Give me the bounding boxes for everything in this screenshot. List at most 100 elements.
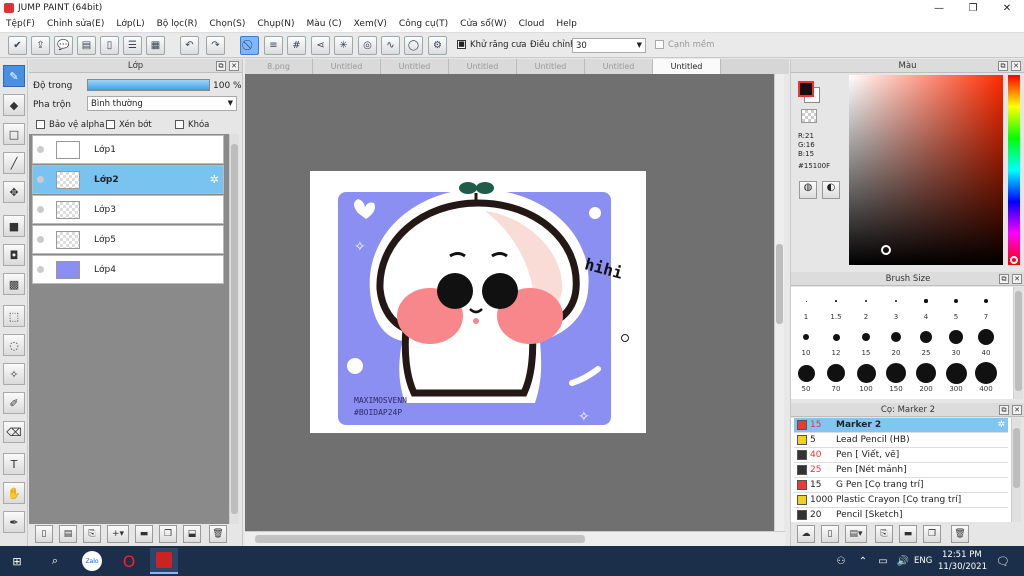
brush-item[interactable]: 15 G Pen [Cọ trang trí] bbox=[794, 478, 1008, 493]
trash-icon[interactable]: 🗑 bbox=[951, 525, 969, 543]
menu-capture[interactable]: Chụp(N) bbox=[251, 19, 300, 29]
tab-document[interactable]: Untitled bbox=[313, 59, 381, 74]
snap-checkbox[interactable] bbox=[655, 40, 664, 50]
search-icon[interactable]: ⌕ bbox=[44, 550, 66, 572]
curve-icon[interactable]: ∿ bbox=[381, 36, 400, 55]
clip-checkbox[interactable] bbox=[106, 120, 115, 130]
brush-size-dot[interactable] bbox=[945, 362, 967, 384]
hue-handle[interactable] bbox=[1010, 256, 1018, 264]
tab-document[interactable]: Untitled bbox=[517, 59, 585, 74]
brush-size-scrollbar[interactable] bbox=[1013, 287, 1023, 399]
tab-document-active[interactable]: Untitled bbox=[653, 59, 721, 74]
menu-color[interactable]: Màu (C) bbox=[301, 19, 348, 29]
brush-list-scrollbar[interactable] bbox=[1011, 418, 1021, 522]
menu-file[interactable]: Tệp(F) bbox=[0, 19, 41, 29]
saturation-value-picker[interactable] bbox=[849, 75, 1003, 265]
close-icon[interactable]: ✕ bbox=[229, 61, 239, 71]
menu-layer[interactable]: Lớp(L) bbox=[110, 19, 150, 29]
tab-document[interactable]: Untitled bbox=[585, 59, 653, 74]
jump-paint-taskbar-icon[interactable] bbox=[150, 548, 178, 574]
speech-bubble-icon[interactable]: 💬 bbox=[54, 36, 73, 55]
cloud-check-icon[interactable]: ✔ bbox=[8, 36, 27, 55]
brush-item[interactable]: 1000 Plastic Crayon [Cọ trang trí] bbox=[794, 493, 1008, 508]
close-icon[interactable]: ✕ bbox=[1012, 274, 1022, 284]
brush-item[interactable]: 5 Lead Pencil (HB) bbox=[794, 433, 1008, 448]
brush-menu-icon[interactable]: ▤▾ bbox=[845, 525, 867, 543]
palette-edit-icon[interactable]: ◐ bbox=[822, 181, 840, 199]
brush-size-dot[interactable] bbox=[924, 299, 928, 303]
eye-icon[interactable] bbox=[37, 206, 44, 213]
brush-size-dot[interactable] bbox=[827, 364, 845, 382]
layer-row[interactable]: Lớp3 bbox=[32, 195, 224, 224]
detach-icon[interactable]: ⧉ bbox=[216, 61, 226, 71]
parallel-lines-icon[interactable]: ≡ bbox=[264, 36, 283, 55]
brush-size-dot[interactable] bbox=[832, 333, 840, 341]
comment-icon[interactable]: ▤ bbox=[77, 36, 96, 55]
tab-document[interactable]: 8.png bbox=[245, 59, 313, 74]
menu-edit[interactable]: Chỉnh sửa(E) bbox=[41, 19, 110, 29]
grid-icon[interactable]: # bbox=[287, 36, 306, 55]
windows-start-icon[interactable]: ⊞ bbox=[6, 550, 28, 572]
add-layer-menu-icon[interactable]: +▾ bbox=[107, 525, 129, 543]
menu-cloud[interactable]: Cloud bbox=[513, 19, 551, 29]
eyedropper-icon[interactable]: ✒ bbox=[3, 511, 25, 533]
layer-row[interactable]: Lớp2 ✲ bbox=[32, 165, 224, 194]
clock-time[interactable]: 12:51 PM bbox=[942, 550, 982, 560]
protect-alpha-checkbox[interactable] bbox=[36, 120, 45, 130]
detach-icon[interactable]: ⧉ bbox=[998, 61, 1008, 71]
gear-icon[interactable]: ✲ bbox=[210, 173, 219, 186]
duplicate-page-icon[interactable]: ⎘ bbox=[83, 525, 101, 543]
chevron-up-icon[interactable]: ⌃ bbox=[852, 550, 874, 572]
brush-item[interactable]: 25 Pen [Nét mảnh] bbox=[794, 463, 1008, 478]
layer-row[interactable]: Lớp5 bbox=[32, 225, 224, 254]
new-layer-icon[interactable]: ▯ bbox=[35, 525, 53, 543]
rect-select-icon[interactable]: ⬚ bbox=[3, 305, 25, 327]
folder-icon[interactable]: ▬ bbox=[135, 525, 153, 543]
blend-select[interactable]: Bình thường ▼ bbox=[87, 96, 237, 111]
zalo-icon[interactable]: Zalo bbox=[82, 551, 102, 571]
brush-size-dot[interactable] bbox=[835, 300, 837, 302]
detach-icon[interactable]: ⧉ bbox=[999, 274, 1009, 284]
brush-size-dot[interactable] bbox=[862, 333, 870, 341]
text-tool-icon[interactable]: T bbox=[3, 453, 25, 475]
brush-size-dot[interactable] bbox=[891, 332, 901, 342]
select-pen-icon[interactable]: ✐ bbox=[3, 392, 25, 414]
brush-size-dot[interactable] bbox=[983, 298, 989, 304]
menu-filter[interactable]: Bộ lọc(R) bbox=[151, 19, 204, 29]
magic-wand-icon[interactable]: ✧ bbox=[3, 363, 25, 385]
canvas-hscrollbar[interactable] bbox=[245, 531, 785, 546]
palette-icon[interactable]: ◍ bbox=[799, 181, 817, 199]
brush-size-dot[interactable] bbox=[920, 331, 932, 343]
opacity-slider[interactable] bbox=[87, 79, 210, 91]
brush-size-dot[interactable] bbox=[894, 299, 898, 303]
detach-icon[interactable]: ⧉ bbox=[999, 405, 1009, 415]
folder-icon[interactable]: ▬ bbox=[899, 525, 917, 543]
copy-brush-icon[interactable]: ❐ bbox=[923, 525, 941, 543]
scroll-thumb[interactable] bbox=[255, 535, 585, 543]
menu-view[interactable]: Xem(V) bbox=[348, 19, 393, 29]
menu-tools[interactable]: Công cụ(T) bbox=[393, 19, 454, 29]
antialias-checkbox[interactable]: ■ bbox=[457, 40, 466, 50]
properties-icon[interactable]: ▦ bbox=[146, 36, 165, 55]
canvas-paper[interactable]: ✧ ✧ hihi MAXIMOSVENN #BOIDAP24P bbox=[310, 171, 646, 433]
main-color-swatch[interactable] bbox=[798, 81, 814, 97]
brush-tool-icon[interactable]: ✎ bbox=[3, 65, 25, 87]
brush-size-dot[interactable] bbox=[975, 362, 997, 384]
gradient-tool-icon[interactable]: ▩ bbox=[3, 273, 25, 295]
new-brush-icon[interactable]: ▯ bbox=[821, 525, 839, 543]
canvas-vscrollbar[interactable] bbox=[774, 74, 784, 531]
clock-date[interactable]: 11/30/2021 bbox=[938, 562, 987, 572]
hand-tool-icon[interactable]: ✋ bbox=[3, 482, 25, 504]
import-brush-icon[interactable]: ⎘ bbox=[875, 525, 893, 543]
rectangle-tool-icon[interactable]: □ bbox=[3, 123, 25, 145]
brush-item[interactable]: 20 Pencil [Sketch] bbox=[794, 508, 1008, 522]
transparent-swatch[interactable] bbox=[801, 109, 817, 123]
brush-size-dot[interactable] bbox=[865, 300, 867, 302]
network-icon[interactable]: ▭ bbox=[872, 550, 894, 572]
trash-icon[interactable]: 🗑 bbox=[209, 525, 227, 543]
bucket-tool-icon[interactable]: ◘ bbox=[3, 244, 25, 266]
merge-layer-icon[interactable]: ⬓ bbox=[183, 525, 201, 543]
scroll-thumb[interactable] bbox=[1015, 291, 1022, 391]
brush-size-dot[interactable] bbox=[886, 363, 906, 383]
layer-row[interactable]: Lớp1 bbox=[32, 135, 224, 164]
